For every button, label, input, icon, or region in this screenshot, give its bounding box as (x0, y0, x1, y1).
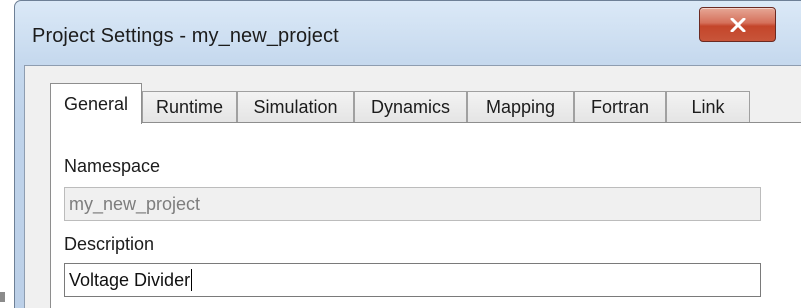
namespace-field: my_new_project (64, 187, 761, 221)
description-label: Description (64, 234, 155, 254)
description-value: Voltage Divider (69, 270, 191, 290)
namespace-label: Namespace (64, 156, 161, 176)
description-field[interactable]: Voltage Divider (64, 263, 761, 297)
title-bar[interactable]: Project Settings - my_new_project (15, 1, 801, 75)
tab-runtime[interactable]: Runtime (142, 91, 237, 123)
tab-general[interactable]: General (50, 83, 142, 124)
dialog-client-area: General Runtime Simulation Dynamics Mapp… (24, 65, 801, 308)
tab-link[interactable]: Link (666, 91, 750, 123)
tab-simulation[interactable]: Simulation (237, 91, 354, 123)
tab-mapping[interactable]: Mapping (467, 91, 574, 123)
project-settings-dialog: Project Settings - my_new_project Genera… (14, 0, 801, 308)
general-tab-panel: Namespace my_new_project Description Vol… (50, 122, 801, 308)
window-title: Project Settings - my_new_project (32, 25, 339, 47)
text-caret (191, 269, 193, 292)
partial-window-edge (0, 292, 5, 302)
close-button[interactable] (699, 7, 776, 42)
tab-dynamics[interactable]: Dynamics (354, 91, 467, 123)
close-icon (730, 17, 745, 32)
tab-fortran[interactable]: Fortran (574, 91, 666, 123)
